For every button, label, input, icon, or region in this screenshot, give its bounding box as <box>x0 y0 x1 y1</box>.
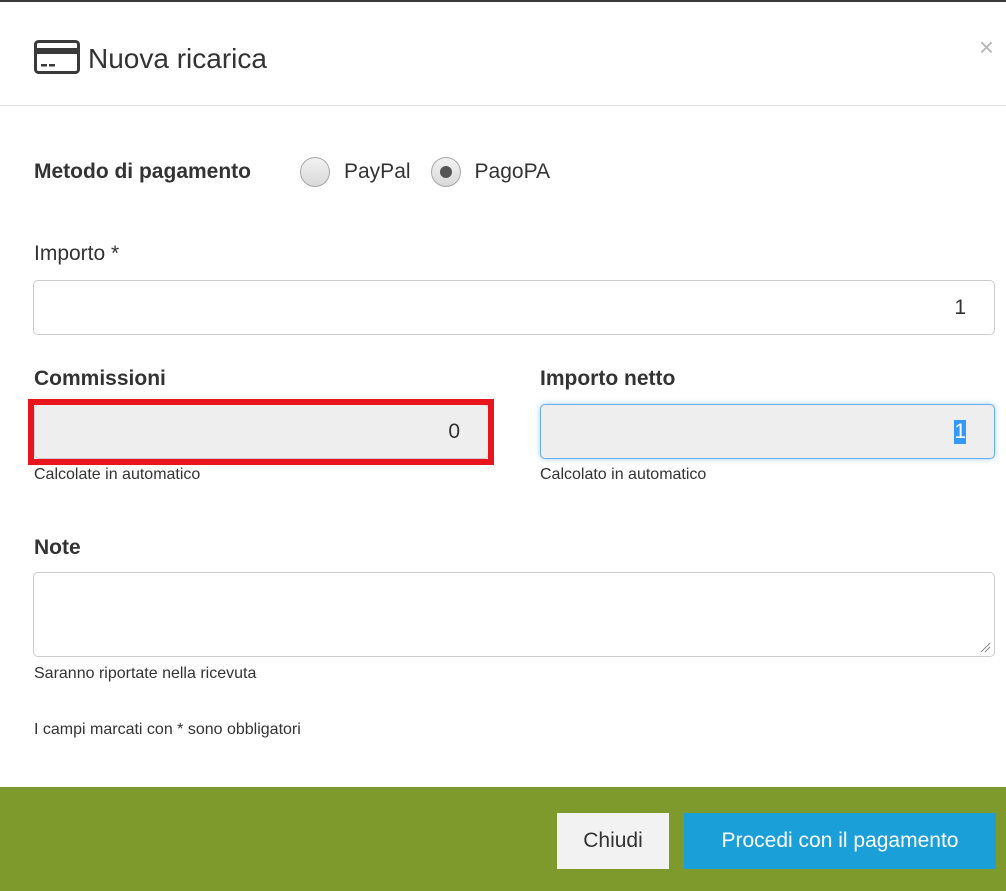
payment-method-label: Metodo di pagamento <box>34 160 251 183</box>
commissioni-label: Commissioni <box>34 367 166 390</box>
note-label: Note <box>34 536 81 559</box>
note-help: Saranno riportate nella ricevuta <box>34 665 257 682</box>
radio-pagopa-label[interactable]: PagoPA <box>475 160 551 184</box>
importo-label: Importo * <box>34 242 120 265</box>
resize-grip-icon[interactable] <box>979 641 991 653</box>
close-button[interactable]: Chiudi <box>557 813 669 869</box>
radio-pagopa[interactable] <box>430 157 461 187</box>
importo-input[interactable]: 1 <box>33 280 995 335</box>
commissioni-input: 0 <box>34 404 489 459</box>
importo-value: 1 <box>954 295 966 319</box>
note-textarea[interactable] <box>33 572 995 657</box>
required-fields-notice: I campi marcati con * sono obbligatori <box>34 721 301 738</box>
radio-paypal[interactable] <box>300 157 330 187</box>
importo-netto-input[interactable]: 1 <box>540 404 995 459</box>
modal-title: Nuova ricarica <box>88 43 267 74</box>
payment-method-radio-group: PayPal PagoPA <box>300 155 570 189</box>
importo-netto-label: Importo netto <box>540 367 676 390</box>
credit-card-icon <box>34 40 80 74</box>
importo-netto-help: Calcolato in automatico <box>540 466 707 483</box>
radio-paypal-label[interactable]: PayPal <box>344 160 411 184</box>
close-icon[interactable]: × <box>979 32 994 62</box>
commissioni-help: Calcolate in automatico <box>34 466 201 483</box>
importo-netto-value: 1 <box>954 419 966 444</box>
radio-selected-dot <box>439 166 452 178</box>
modal-header: Nuova ricarica × <box>0 2 1006 106</box>
commissioni-value: 0 <box>448 419 460 443</box>
proceed-payment-button[interactable]: Procedi con il pagamento <box>684 813 996 869</box>
